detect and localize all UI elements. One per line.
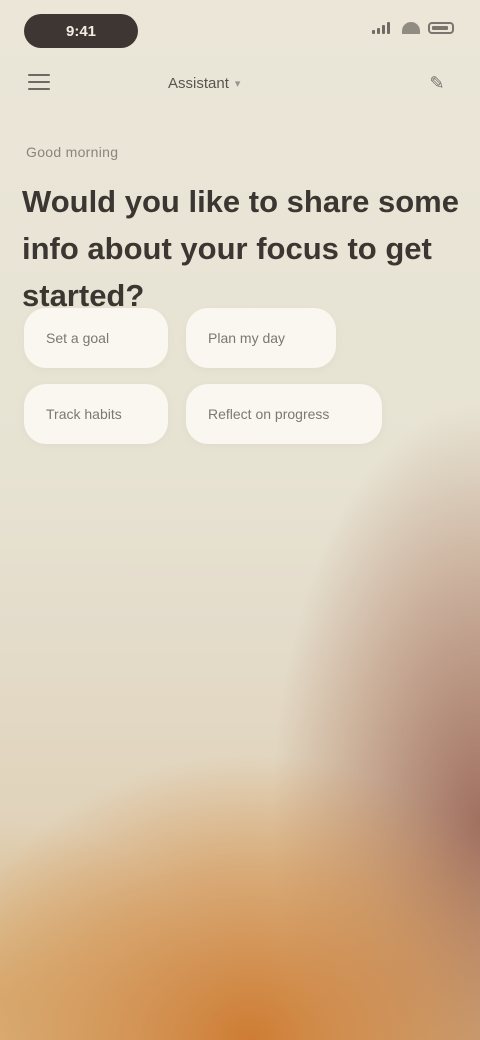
battery-icon [428,22,454,34]
menu-icon[interactable] [28,70,56,94]
status-time: 9:41 [24,14,138,48]
chevron-down-icon: ▾ [234,77,241,90]
suggestion-chip[interactable]: Reflect on progress [186,384,382,444]
suggestion-chip[interactable]: Set a goal [24,308,168,368]
model-selector[interactable]: Assistant ▾ [168,72,240,94]
page-title: Would you like to share some info about … [22,184,459,313]
wifi-icon [402,22,420,34]
status-icons [372,22,454,34]
new-chat-icon[interactable]: ✎ [420,70,454,96]
top-bar: Assistant ▾ ✎ [0,60,480,104]
suggestion-chips: Set a goal Plan my day Track habits Refl… [24,308,444,444]
suggestion-chip[interactable]: Track habits [24,384,168,444]
signal-icon [372,22,394,34]
greeting-label: Good morning [26,144,119,160]
model-name: Assistant [168,74,229,92]
status-bar: 9:41 [0,0,480,60]
suggestion-chip[interactable]: Plan my day [186,308,336,368]
